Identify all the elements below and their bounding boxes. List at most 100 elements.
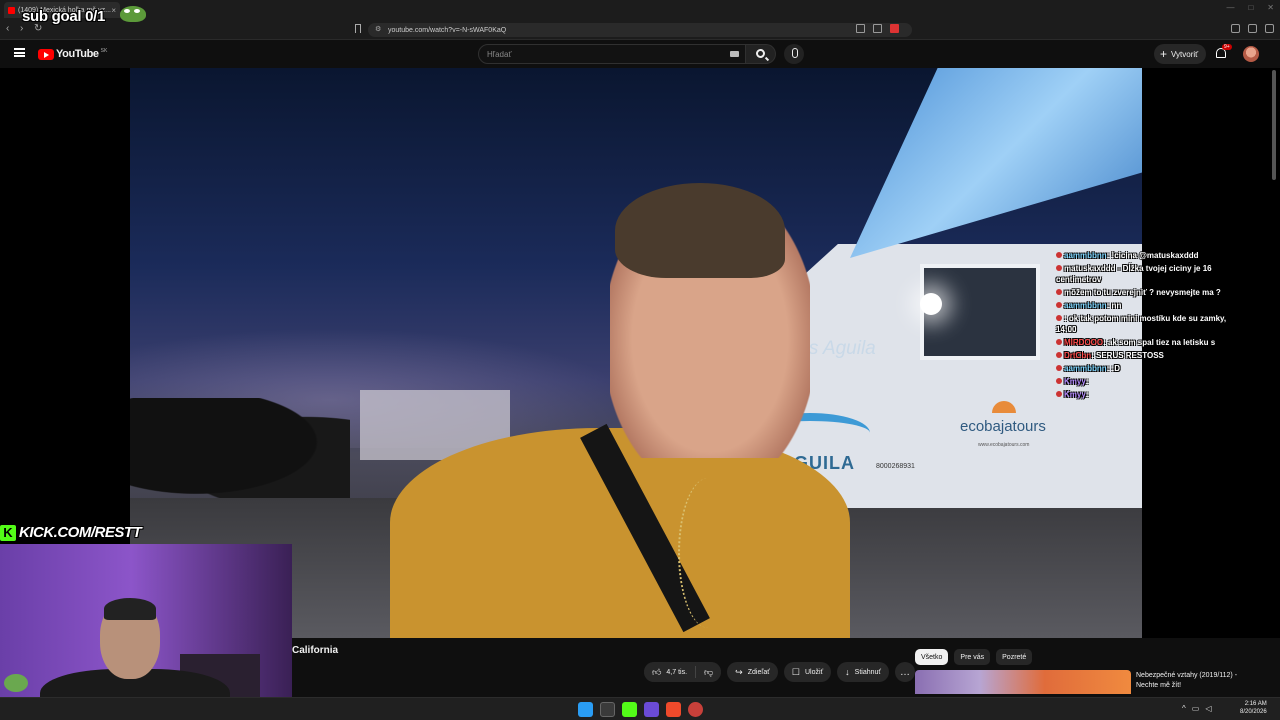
page-scrollbar[interactable] — [1272, 70, 1276, 180]
kick-app-icon[interactable] — [622, 702, 637, 717]
person-hair — [615, 183, 785, 278]
extension-icon[interactable] — [1231, 24, 1240, 33]
more-actions-button[interactable]: … — [895, 662, 916, 682]
chat-message: Kmyy: — [1056, 389, 1232, 400]
bookmark-icon: ☐ — [791, 666, 800, 677]
chat-text: matuskaxddd - Dĺžka tvojej ciciny je 16 … — [1056, 264, 1212, 284]
url-field[interactable]: ⚙ youtube.com/watch?v=-N-sWAF0KaQ — [368, 23, 912, 37]
clock-time: 2:16 AM — [1244, 701, 1267, 707]
kick-banner: K KICK.COM/RESTT — [0, 524, 142, 541]
windows-start-icon[interactable] — [578, 702, 593, 717]
chat-username: aammbbnn — [1064, 251, 1107, 260]
create-button[interactable]: + Vytvoriť — [1154, 44, 1206, 64]
video-actions: 👍︎ 4,7 tis. 👎︎ ↪ Zdieľať ☐ Uložiť ↓ Stia… — [644, 662, 916, 682]
menu-icon[interactable] — [1265, 24, 1274, 33]
create-label: Vytvoriť — [1171, 49, 1199, 59]
save-label: Uložiť — [804, 668, 824, 676]
chat-message: aammbbnn: nn — [1056, 300, 1232, 311]
chat-message: MIRDOOO: ak som spal tiez na letisku s — [1056, 337, 1232, 348]
dislike-button[interactable]: 👎︎ — [696, 662, 722, 682]
translate-icon[interactable] — [856, 24, 865, 33]
system-tray: ^ ▭ ◁ — [1182, 704, 1211, 713]
share-icon: ↪ — [735, 666, 743, 677]
chat-message: : ok tak potom mini mostíku kde su zamky… — [1056, 313, 1232, 335]
kick-url: KICK.COM/RESTT — [19, 524, 142, 541]
more-icon: … — [900, 666, 911, 678]
save-button[interactable]: ☐ Uložiť — [783, 662, 832, 682]
terminal-icon[interactable] — [600, 702, 615, 717]
brave-browser-icon[interactable] — [666, 702, 681, 717]
chat-badge-icon — [1056, 352, 1062, 358]
chat-message: aammbbnn: :D — [1056, 363, 1232, 374]
chat-badge-icon — [1056, 315, 1062, 321]
chat-text: : :D — [1106, 364, 1120, 373]
obs-icon[interactable] — [688, 702, 703, 717]
chat-badge-icon — [1056, 302, 1062, 308]
chat-username: aammbbnn — [1064, 301, 1107, 310]
youtube-favicon-icon — [8, 6, 15, 14]
minimize-icon[interactable]: — — [1226, 3, 1234, 12]
video-title: California — [292, 645, 339, 656]
pip-icon[interactable] — [873, 24, 882, 33]
close-window-icon[interactable]: ✕ — [1267, 3, 1274, 12]
media-icon[interactable] — [1248, 24, 1257, 33]
person-chain — [678, 478, 738, 628]
download-button[interactable]: ↓ Stiahnuť — [837, 662, 890, 682]
volume-icon[interactable]: ◁ — [1205, 704, 1211, 713]
chat-username: MIRDOOO — [1064, 338, 1104, 347]
download-icon: ↓ — [845, 667, 850, 677]
chat-text: môžem to tu zverejniť ? nevysmejte ma ? — [1064, 288, 1221, 297]
youtube-logo-text: YouTube — [56, 48, 99, 60]
back-icon[interactable]: ‹ — [6, 23, 9, 34]
network-icon[interactable]: ▭ — [1192, 704, 1200, 713]
youtube-logo[interactable]: YouTube SK — [38, 48, 107, 60]
chat-text: : — [1085, 390, 1089, 399]
voice-search-icon[interactable] — [784, 44, 804, 64]
chat-username: DrtCbn — [1064, 351, 1092, 360]
recommendation-title[interactable]: Nebezpečné vztahy (2019/112) - Nechte mě… — [1136, 671, 1256, 691]
youtube-masthead: YouTube SK Hľadať + Vytvoriť 9+ — [0, 40, 1280, 68]
chat-username: Kmyy — [1064, 390, 1086, 399]
recommendation-chips: Všetko Pre vás Pozreté — [915, 649, 1033, 665]
brave-shield-icon[interactable] — [890, 24, 899, 33]
extension-icons — [1231, 24, 1274, 33]
share-label: Zdieľať — [747, 668, 770, 676]
chat-badge-icon — [1056, 391, 1062, 397]
country-code: SK — [100, 47, 108, 54]
bookmark-icon[interactable] — [355, 24, 361, 33]
url-text: youtube.com/watch?v=-N-sWAF0KaQ — [388, 26, 507, 34]
sub-goal-overlay: sub goal 0/1 — [22, 8, 106, 25]
windows-taskbar: ^ ▭ ◁ 2:16 AM 8/20/2026 — [0, 697, 1280, 720]
ecobaja-sign: ecobajatours — [960, 418, 1046, 435]
chip-for-you[interactable]: Pre vás — [954, 649, 991, 665]
webcam-person-hair — [104, 598, 156, 620]
keyboard-icon[interactable] — [730, 51, 739, 57]
hamburger-menu-icon[interactable] — [14, 48, 25, 57]
chat-username: aammbbnn — [1064, 364, 1107, 373]
blue-canopy — [850, 68, 1142, 258]
chat-badge-icon — [1056, 289, 1062, 295]
thumbs-up-icon: 👍︎ — [652, 666, 662, 677]
thumbs-down-icon: 👎︎ — [704, 666, 714, 677]
discord-icon[interactable] — [644, 702, 659, 717]
avatar[interactable] — [1243, 46, 1259, 62]
chat-message: DrtCbn: SERUS RESTOSS — [1056, 350, 1232, 361]
recommendation-thumbnail[interactable] — [915, 670, 1131, 694]
search-input[interactable]: Hľadať — [478, 44, 746, 64]
share-button[interactable]: ↪ Zdieľať — [727, 662, 778, 682]
chat-badge-icon — [1056, 378, 1062, 384]
chat-message: matuskaxddd - Dĺžka tvojej ciciny je 16 … — [1056, 263, 1232, 285]
tray-expand-icon[interactable]: ^ — [1182, 704, 1186, 713]
chip-watched[interactable]: Pozreté — [996, 649, 1033, 665]
chat-message: aammbbnn: !cicina @matuskaxddd — [1056, 250, 1232, 261]
chat-badge-icon — [1056, 365, 1062, 371]
taskbar-clock[interactable]: 2:16 AM 8/20/2026 — [1240, 700, 1267, 716]
search-button[interactable] — [746, 44, 776, 64]
chip-all[interactable]: Všetko — [915, 649, 949, 665]
kick-logo-icon: K — [0, 524, 16, 541]
taskbar-apps — [578, 702, 703, 717]
site-info-icon[interactable]: ⚙ — [375, 25, 381, 33]
like-button[interactable]: 👍︎ 4,7 tis. — [644, 662, 696, 682]
tab-close-icon[interactable]: × — [111, 6, 116, 15]
maximize-icon[interactable]: □ — [1248, 3, 1253, 12]
